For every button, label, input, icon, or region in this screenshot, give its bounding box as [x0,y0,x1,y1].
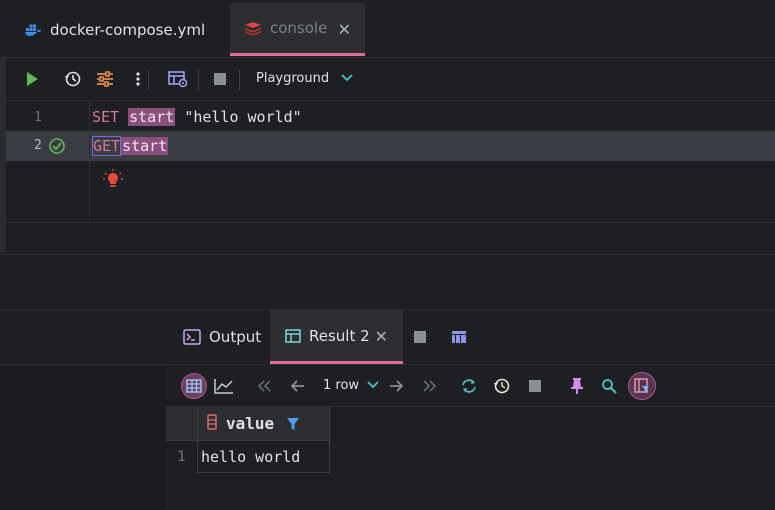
table-cell[interactable]: hello world [198,441,330,473]
close-icon[interactable]: ✕ [375,327,388,346]
chart-icon[interactable] [213,375,235,397]
tab-label: Result 2 [309,326,370,345]
tab-label: Output [209,328,262,346]
code-editor[interactable]: 1 SET start "hello world" 2 GET start [6,100,775,222]
editor-line[interactable]: 1 SET start "hello world" [6,103,775,133]
rows-dropdown[interactable]: 1 row [323,378,379,393]
line-number: 2 [34,138,42,153]
tab-label: console [270,19,328,37]
settings-sliders-icon[interactable] [94,68,116,90]
services-tree [0,364,166,510]
session-label: Playground [256,71,330,86]
chevron-down-icon [367,378,379,393]
redis-icon [244,20,262,36]
command-keyword: SET [92,108,120,126]
value-argument: "hello world" [184,108,302,126]
column-name: value [226,414,275,433]
key-argument: start [121,137,169,155]
stop-icon[interactable] [410,327,430,347]
gutter-separator [89,100,90,222]
tab-label: docker-compose.yml [50,20,206,39]
editor-line-current[interactable]: 2 GET start [6,131,775,161]
more-vertical-icon[interactable] [127,68,149,90]
history-icon[interactable] [62,68,84,90]
result-grid[interactable]: value 1 hello world [166,406,775,510]
history-icon[interactable] [491,375,513,397]
command-keyword: GET [92,136,122,156]
editor-footer [6,222,775,254]
editor-tab-bar: docker-compose.yml console ✕ [0,0,775,58]
code-text: GET start [92,136,169,156]
session-dropdown[interactable]: Playground [256,71,353,86]
column-filter-icon[interactable] [628,372,656,400]
toolbar-separator [148,70,149,90]
result-toolbar: 1 row [166,364,775,406]
output-console-icon [183,329,201,345]
tab-output[interactable]: Output [170,310,268,364]
services-panel: Output Result 2 ✕ 1 row value 1 hello wo… [0,310,775,510]
stop-icon[interactable] [524,375,546,397]
pin-icon[interactable] [566,375,588,397]
search-icon[interactable] [598,375,620,397]
line-number: 1 [34,110,42,125]
check-circle-icon [48,137,66,159]
close-icon[interactable]: ✕ [338,20,351,39]
prev-page-icon[interactable] [287,375,309,397]
column-type-icon [207,413,217,434]
reload-icon[interactable] [458,375,480,397]
column-header-value[interactable]: value [198,407,330,441]
table-icon [285,328,301,343]
tab-docker-compose[interactable]: docker-compose.yml [10,3,228,56]
key-argument: start [128,108,176,126]
toolbar-separator [239,70,240,90]
layout-icon[interactable] [449,327,469,347]
stop-icon[interactable] [209,68,231,90]
grid-corner[interactable] [166,407,198,441]
table-view-icon[interactable] [167,68,189,90]
lightbulb-icon[interactable] [102,168,124,194]
chevron-down-icon [341,71,353,86]
filter-icon[interactable] [286,417,300,431]
docker-icon [24,22,42,38]
row-number[interactable]: 1 [166,441,198,473]
toolbar-separator [198,70,199,90]
grid-view-icon[interactable] [181,373,207,399]
rows-label: 1 row [323,378,360,393]
console-toolbar: Playground [6,58,775,100]
last-page-icon[interactable] [418,375,440,397]
first-page-icon[interactable] [254,375,276,397]
next-page-icon[interactable] [385,375,407,397]
tab-result-2[interactable]: Result 2 ✕ [270,310,403,364]
panel-gap [0,254,775,310]
tab-console[interactable]: console ✕ [230,3,365,56]
code-text: SET start "hello world" [92,108,302,126]
run-icon[interactable] [21,68,43,90]
